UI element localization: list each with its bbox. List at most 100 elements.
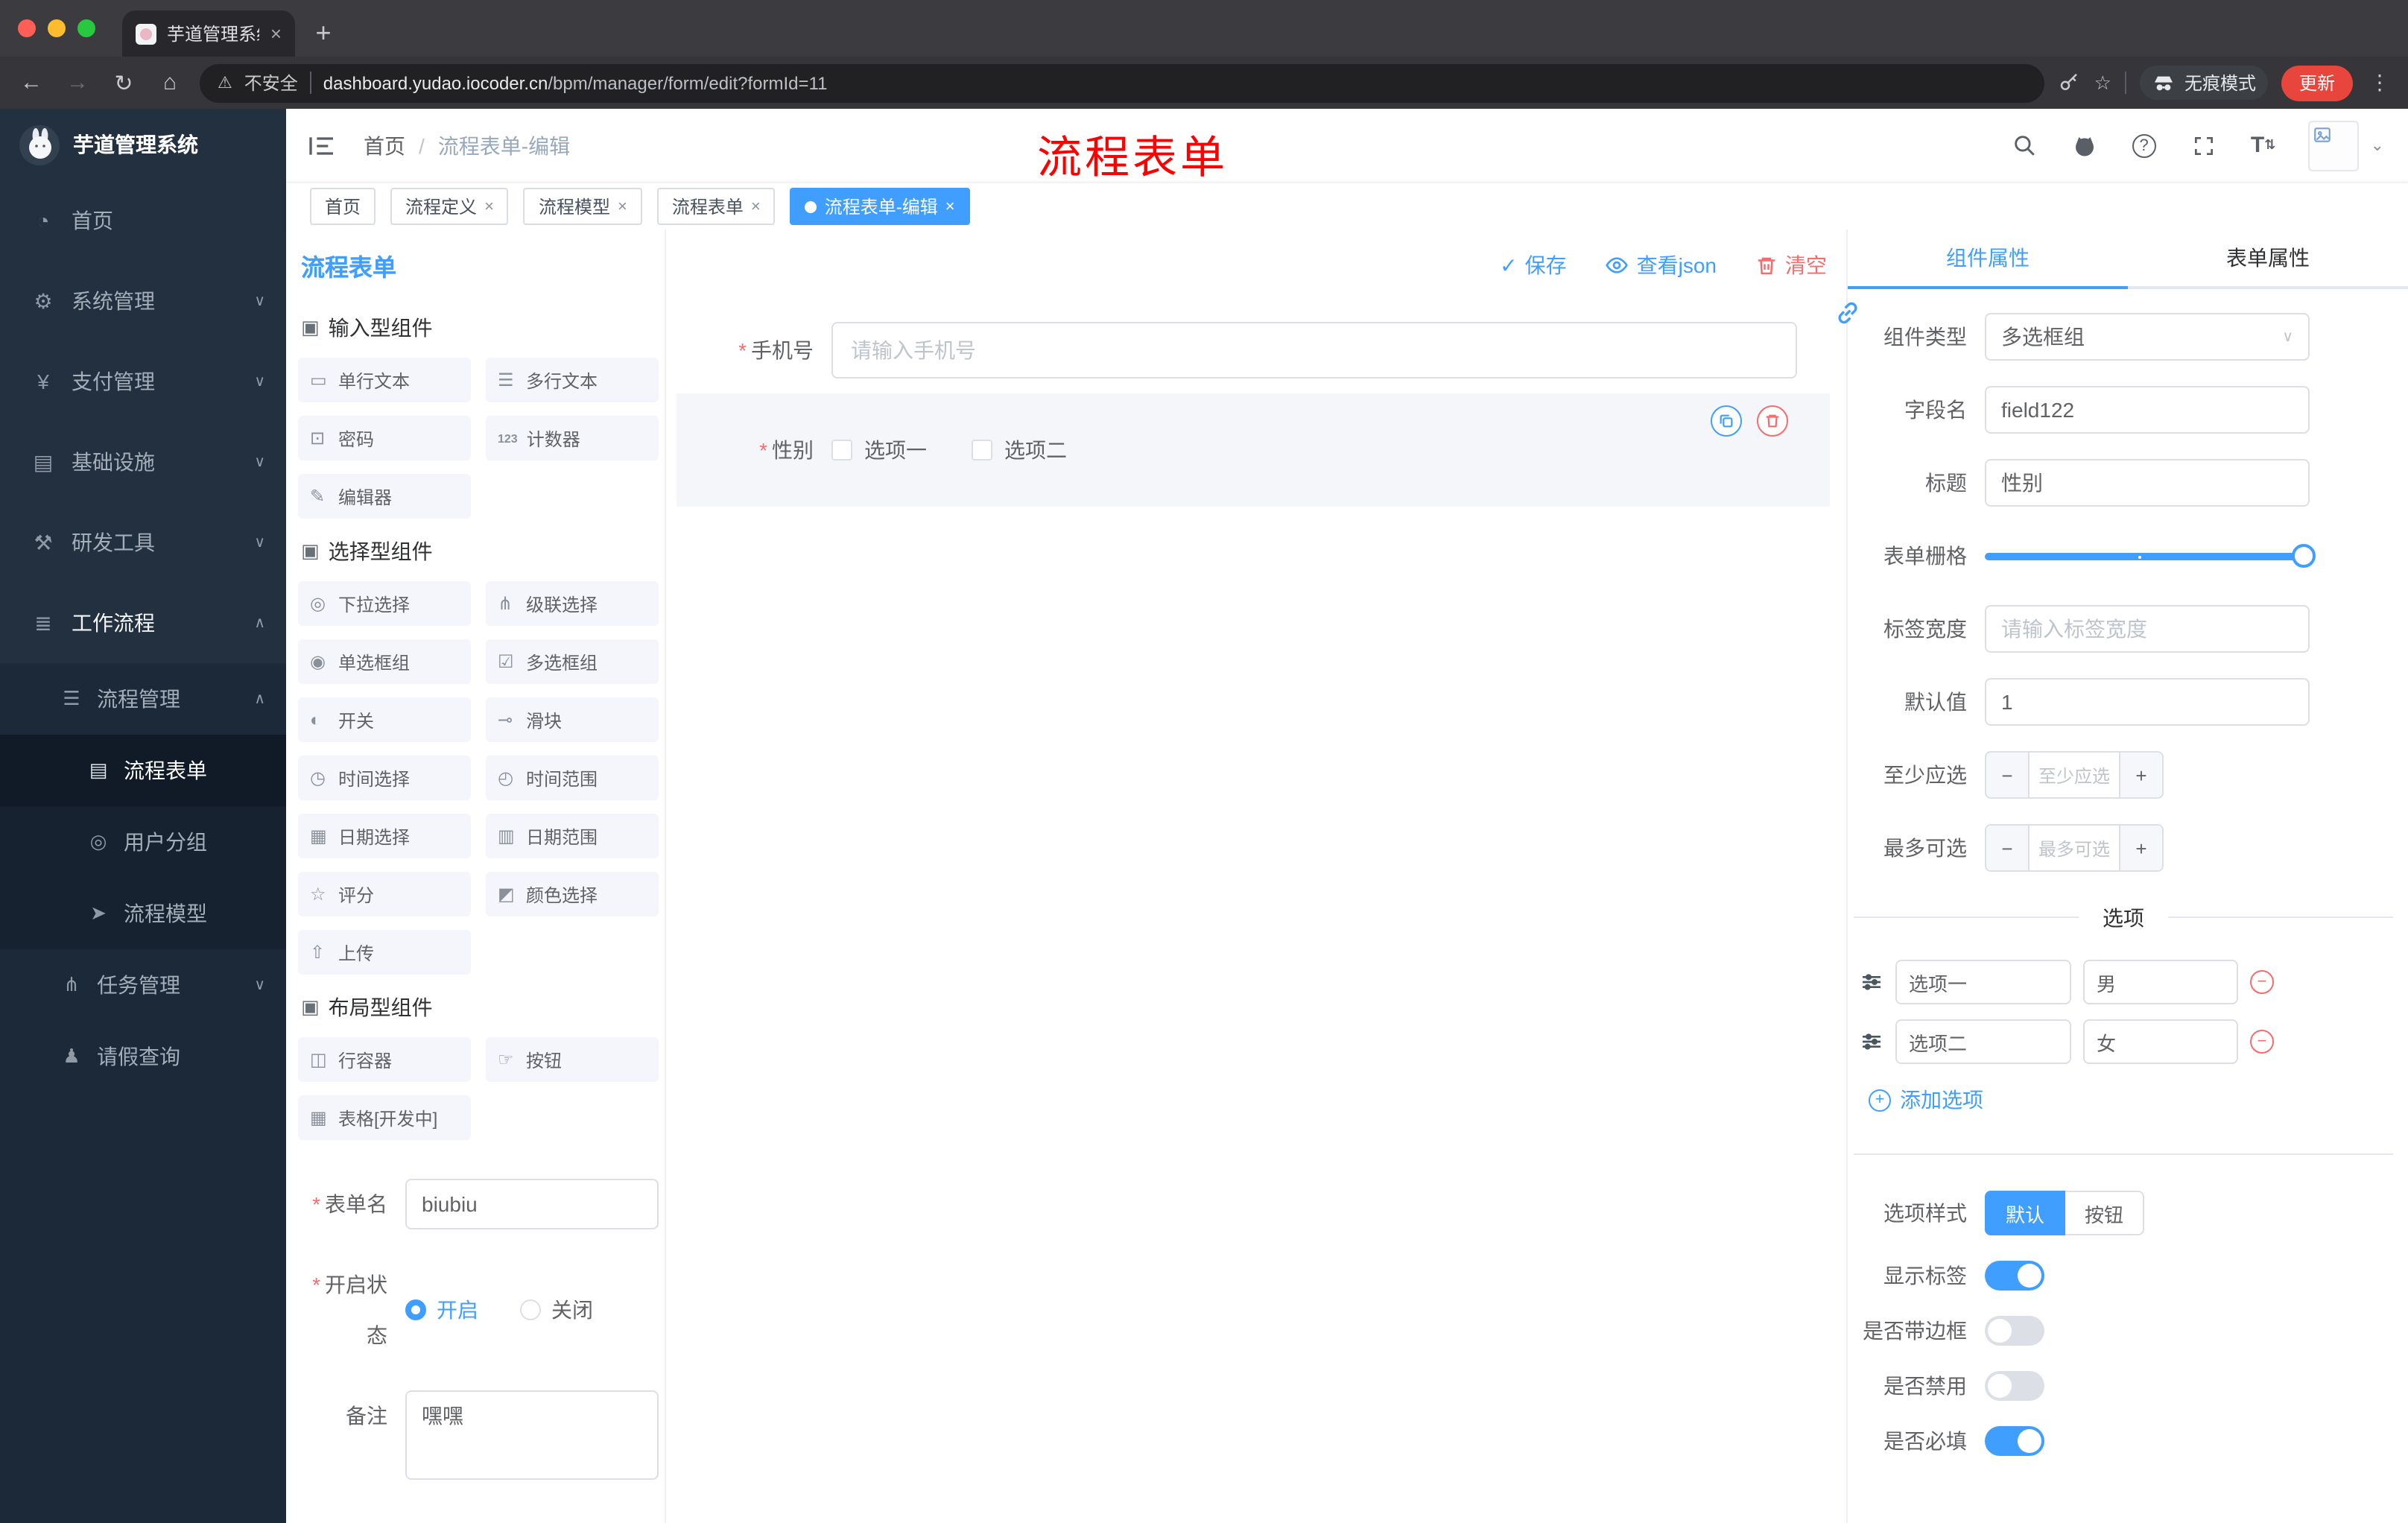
- component-time-picker[interactable]: ◷ 时间选择: [298, 756, 471, 800]
- search-icon[interactable]: [2010, 130, 2040, 160]
- label-width-input[interactable]: [1985, 605, 2310, 653]
- component-editor[interactable]: ✎ 编辑器: [298, 474, 471, 519]
- close-window-button[interactable]: [18, 19, 36, 37]
- font-size-icon[interactable]: T ⇅: [2249, 130, 2278, 160]
- style-button-button[interactable]: 按钮: [2065, 1191, 2145, 1235]
- component-checkbox-group[interactable]: ☑ 多选框组: [486, 639, 659, 684]
- grid-slider[interactable]: [1985, 532, 2316, 580]
- disabled-toggle[interactable]: [1985, 1371, 2044, 1401]
- tag-process-definition[interactable]: 流程定义 ×: [390, 188, 509, 225]
- option-name-input[interactable]: [1895, 960, 2071, 1004]
- show-label-toggle[interactable]: [1985, 1261, 2044, 1291]
- component-time-range[interactable]: ◴ 时间范围: [486, 756, 659, 800]
- style-default-button[interactable]: 默认: [1985, 1191, 2066, 1235]
- tag-home[interactable]: 首页: [310, 188, 376, 225]
- breadcrumb-home[interactable]: 首页: [364, 130, 405, 160]
- address-bar[interactable]: ⚠ 不安全 dashboard.yudao.iocoder.cn/bpm/man…: [200, 63, 2045, 102]
- canvas-field-phone[interactable]: * 手机号: [677, 322, 1830, 379]
- component-date-picker[interactable]: ▦ 日期选择: [298, 814, 471, 858]
- option-value-input[interactable]: [2083, 960, 2238, 1004]
- remove-option-button[interactable]: −: [2250, 970, 2274, 994]
- save-button[interactable]: ✓ 保存: [1500, 250, 1566, 280]
- component-multi-line-text[interactable]: ☰ 多行文本: [486, 358, 659, 402]
- option-value-input[interactable]: [2083, 1019, 2238, 1064]
- avatar[interactable]: [2307, 120, 2359, 171]
- sidebar-item-process-management[interactable]: ☰ 流程管理 ∧: [0, 663, 286, 735]
- sidebar-item-task-management[interactable]: ⋔ 任务管理 ∨: [0, 949, 286, 1021]
- link-icon[interactable]: [1833, 298, 1863, 328]
- field-name-input[interactable]: [1985, 386, 2310, 434]
- checkbox-icon[interactable]: [972, 440, 992, 460]
- component-password[interactable]: ⊡ 密码: [298, 416, 471, 460]
- increase-button[interactable]: +: [2119, 826, 2162, 870]
- github-icon[interactable]: [2070, 130, 2100, 160]
- required-toggle[interactable]: [1985, 1426, 2044, 1456]
- decrease-button[interactable]: −: [1986, 826, 2030, 870]
- phone-input[interactable]: [831, 322, 1797, 379]
- browser-menu-icon[interactable]: ⋮: [2366, 70, 2393, 95]
- form-remark-textarea[interactable]: 嘿嘿: [405, 1390, 659, 1480]
- increase-button[interactable]: +: [2119, 753, 2162, 797]
- component-cascader[interactable]: ⋔ 级联选择: [486, 581, 659, 626]
- component-slider[interactable]: ⊸ 滑块: [486, 697, 659, 742]
- option-name-input[interactable]: [1895, 1019, 2071, 1064]
- component-color-picker[interactable]: ◩ 颜色选择: [486, 872, 659, 916]
- sidebar-item-process-form[interactable]: ▤ 流程表单: [0, 735, 286, 806]
- default-value-input[interactable]: [1985, 678, 2310, 726]
- component-upload[interactable]: ⇧ 上传: [298, 930, 471, 975]
- component-counter[interactable]: 123 计数器: [486, 416, 659, 460]
- sidebar-item-devtools[interactable]: ⚒ 研发工具 ∨: [0, 502, 286, 583]
- bookmark-star-icon[interactable]: ☆: [2094, 71, 2111, 95]
- avatar-caret-icon[interactable]: ⌄: [2371, 136, 2384, 155]
- component-single-line-text[interactable]: ▭ 单行文本: [298, 358, 471, 402]
- component-row-container[interactable]: ◫ 行容器: [298, 1037, 471, 1082]
- sidebar-item-process-model[interactable]: ➤ 流程模型: [0, 878, 286, 949]
- back-icon[interactable]: ←: [15, 70, 48, 95]
- component-date-range[interactable]: ▥ 日期范围: [486, 814, 659, 858]
- tab-component-props[interactable]: 组件属性: [1848, 229, 2128, 289]
- tab-form-props[interactable]: 表单属性: [2128, 229, 2408, 286]
- add-option-button[interactable]: + 添加选项: [1869, 1085, 2408, 1115]
- new-tab-button[interactable]: +: [304, 13, 343, 52]
- radio-off[interactable]: 关闭: [520, 1295, 593, 1325]
- component-rate[interactable]: ☆ 评分: [298, 872, 471, 916]
- zoom-window-button[interactable]: [77, 19, 95, 37]
- copy-field-button[interactable]: [1711, 405, 1742, 437]
- component-switch[interactable]: ◐ 开关: [298, 697, 471, 742]
- component-type-select[interactable]: 多选框组 ∨: [1985, 313, 2310, 361]
- sidebar-item-payment[interactable]: ¥ 支付管理 ∨: [0, 341, 286, 422]
- help-icon[interactable]: ?: [2129, 130, 2159, 160]
- checkbox-icon[interactable]: [831, 440, 852, 460]
- tag-process-form[interactable]: 流程表单 ×: [656, 188, 776, 225]
- close-tag-icon[interactable]: ×: [945, 197, 955, 215]
- browser-home-icon[interactable]: ⌂: [153, 70, 186, 95]
- title-input[interactable]: [1985, 459, 2310, 507]
- component-radio-group[interactable]: ◉ 单选框组: [298, 639, 471, 684]
- sidebar-item-user-group[interactable]: ◎ 用户分组: [0, 806, 286, 878]
- update-browser-button[interactable]: 更新: [2281, 65, 2353, 101]
- close-tag-icon[interactable]: ×: [618, 197, 627, 215]
- component-select[interactable]: ◎ 下拉选择: [298, 581, 471, 626]
- sidebar-item-system[interactable]: ⚙ 系统管理 ∨: [0, 261, 286, 341]
- sidebar-item-workflow[interactable]: ≣ 工作流程 ∧: [0, 583, 286, 663]
- sidebar-item-home[interactable]: ◔ 首页: [0, 180, 286, 261]
- delete-field-button[interactable]: [1757, 405, 1788, 437]
- form-name-input[interactable]: [405, 1179, 659, 1229]
- browser-tab[interactable]: 芋道管理系统 ×: [122, 10, 295, 57]
- radio-on[interactable]: 开启: [405, 1295, 478, 1325]
- remove-option-button[interactable]: −: [2250, 1030, 2274, 1054]
- sidebar-item-infra[interactable]: ▤ 基础设施 ∨: [0, 422, 286, 502]
- decrease-button[interactable]: −: [1986, 753, 2030, 797]
- close-tag-icon[interactable]: ×: [484, 197, 494, 215]
- border-toggle[interactable]: [1985, 1316, 2044, 1346]
- close-tab-icon[interactable]: ×: [270, 22, 282, 45]
- drag-handle-icon[interactable]: [1860, 970, 1883, 994]
- min-select-value[interactable]: 至少应选: [2030, 753, 2119, 797]
- checkbox-option-2[interactable]: 选项二: [972, 435, 1067, 465]
- view-json-button[interactable]: 查看json: [1606, 250, 1717, 280]
- max-select-value[interactable]: 最多可选: [2030, 826, 2119, 870]
- reload-icon[interactable]: ↻: [107, 69, 140, 96]
- tag-process-model[interactable]: 流程模型 ×: [523, 188, 642, 225]
- tag-process-form-edit[interactable]: 流程表单-编辑 ×: [790, 188, 970, 225]
- drag-handle-icon[interactable]: [1860, 1030, 1883, 1054]
